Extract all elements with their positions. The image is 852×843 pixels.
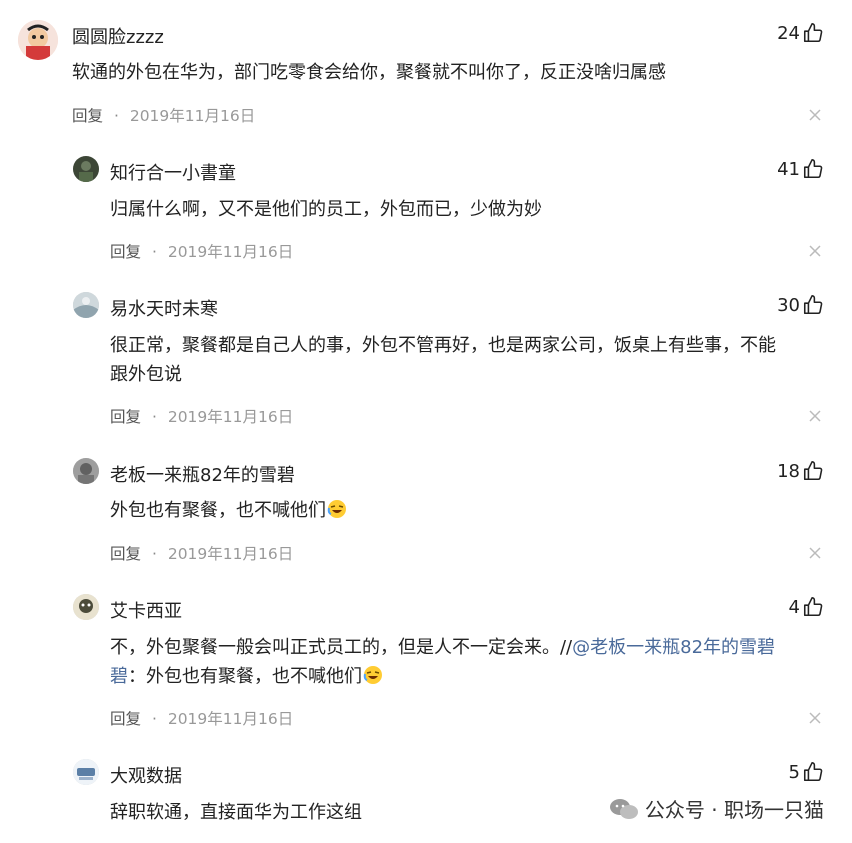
comment-text: 很正常，聚餐都是自己人的事，外包不管再好，也是两家公司，饭桌上有些事，不能 跟外…	[110, 331, 776, 389]
wechat-icon	[609, 798, 638, 819]
like-button[interactable]: 5	[789, 761, 824, 783]
comment-date: 2019年11月16日	[167, 545, 294, 563]
thumbs-up-icon	[803, 461, 823, 481]
comment-text-line: 跟外包说	[110, 364, 182, 385]
comment-text-content: 外包也有聚餐，也不喊他们	[110, 500, 326, 521]
thumbs-up-icon	[803, 23, 823, 43]
watermark: 公众号 · 职场一只猫	[609, 794, 824, 823]
comment-meta: 回复 · 2019年11月16日	[110, 707, 293, 729]
mention-link[interactable]: @老板一来瓶82年的雪碧	[572, 637, 775, 658]
comment-meta: 回复 · 2019年11月16日	[72, 104, 255, 126]
avatar[interactable]	[73, 759, 99, 785]
avatar[interactable]	[73, 458, 99, 484]
laughing-emoji-icon	[363, 666, 382, 684]
comment-text: 归属什么啊，又不是他们的员工，外包而已，少做为妙	[110, 199, 542, 220]
username[interactable]: 圆圆脸zzzz	[72, 23, 164, 49]
comment-meta: 回复 · 2019年11月16日	[110, 405, 293, 427]
username[interactable]: 老板一来瓶82年的雪碧	[110, 461, 295, 487]
thumbs-up-icon	[803, 295, 823, 315]
watermark-text: 公众号 · 职场一只猫	[644, 798, 824, 822]
like-button[interactable]: 18	[777, 460, 824, 482]
like-button[interactable]: 41	[777, 158, 824, 180]
username[interactable]: 艾卡西亚	[110, 597, 182, 623]
comment-text-line: 很正常，聚餐都是自己人的事，外包不管再好，也是两家公司，饭桌上有些事，不能	[110, 335, 776, 356]
like-button[interactable]: 4	[789, 596, 824, 618]
username[interactable]: 知行合一小書童	[110, 159, 236, 185]
comment-text-content: ：外包也有聚餐，也不喊他们	[128, 666, 362, 687]
meta-separator: ·	[151, 545, 157, 563]
like-count: 18	[777, 460, 800, 482]
like-button[interactable]: 30	[777, 294, 824, 316]
comment-text: 软通的外包在华为，部门吃零食会给你，聚餐就不叫你了，反正没啥归属感	[72, 62, 666, 83]
thumbs-up-icon	[803, 159, 823, 179]
meta-separator: ·	[113, 107, 119, 125]
comment-text-content: 不，外包聚餐一般会叫正式员工的，但是人不一定会来。//	[110, 637, 573, 658]
meta-separator: ·	[151, 408, 157, 426]
close-icon[interactable]	[808, 711, 822, 725]
like-button[interactable]: 24	[777, 22, 824, 44]
avatar[interactable]	[73, 156, 99, 182]
comment-text-line: 碧：外包也有聚餐，也不喊他们	[110, 662, 775, 691]
reply-button[interactable]: 回复	[110, 243, 141, 261]
like-count: 4	[788, 596, 800, 618]
comment-meta: 回复 · 2019年11月16日	[110, 542, 293, 564]
username[interactable]: 易水天时未寒	[110, 295, 218, 321]
laughing-emoji-icon	[327, 500, 346, 518]
meta-separator: ·	[151, 710, 157, 728]
avatar[interactable]	[73, 292, 99, 318]
close-icon[interactable]	[808, 546, 822, 560]
comment-text-line: 不，外包聚餐一般会叫正式员工的，但是人不一定会来。//@老板一来瓶82年的雪碧	[110, 633, 775, 662]
comment-date: 2019年11月16日	[167, 710, 294, 728]
reply-button[interactable]: 回复	[110, 545, 141, 563]
thumbs-up-icon	[803, 597, 823, 617]
comment-text: 辞职软通，直接面华为工作这组	[110, 802, 362, 823]
like-count: 41	[777, 158, 800, 180]
meta-separator: ·	[151, 243, 157, 261]
comment-meta: 回复 · 2019年11月16日	[110, 240, 293, 262]
like-count: 24	[777, 22, 800, 44]
username[interactable]: 大观数据	[110, 762, 182, 788]
comment-date: 2019年11月16日	[167, 243, 294, 261]
like-count: 30	[777, 294, 800, 316]
thumbs-up-icon	[803, 762, 823, 782]
comment-date: 2019年11月16日	[167, 408, 294, 426]
comment-text: 外包也有聚餐，也不喊他们	[110, 496, 347, 525]
close-icon[interactable]	[808, 409, 822, 423]
close-icon[interactable]	[808, 108, 822, 122]
comment-text: 不，外包聚餐一般会叫正式员工的，但是人不一定会来。//@老板一来瓶82年的雪碧 …	[110, 633, 775, 691]
avatar[interactable]	[18, 20, 58, 60]
mention-link-continued[interactable]: 碧	[110, 666, 128, 687]
avatar[interactable]	[73, 594, 99, 620]
close-icon[interactable]	[808, 244, 822, 258]
comment-date: 2019年11月16日	[129, 107, 256, 125]
reply-button[interactable]: 回复	[110, 710, 141, 728]
like-count: 5	[788, 761, 800, 783]
reply-button[interactable]: 回复	[72, 107, 103, 125]
reply-button[interactable]: 回复	[110, 408, 141, 426]
